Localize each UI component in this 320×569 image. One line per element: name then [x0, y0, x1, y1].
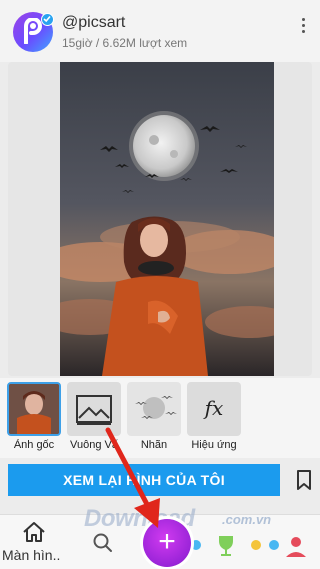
- fx-icon: fx: [204, 396, 224, 420]
- more-vertical-icon[interactable]: [297, 16, 309, 40]
- username[interactable]: @picsart: [62, 14, 125, 32]
- effect-thumbnail: fx: [187, 382, 241, 436]
- watermark-suffix: .com.vn: [222, 512, 272, 527]
- bookmark-icon[interactable]: [296, 470, 312, 490]
- post-image[interactable]: [60, 62, 274, 376]
- effect-thumbnail: [7, 382, 61, 436]
- nav-home-label: Màn hìn..: [2, 547, 61, 563]
- verified-icon: [41, 13, 54, 26]
- effect-fx[interactable]: fx Hiệu ứng: [186, 382, 242, 454]
- search-icon[interactable]: [93, 533, 113, 553]
- effect-label: Ảnh gốc: [13, 439, 55, 451]
- arrow-icon: [105, 427, 160, 528]
- post-photo-card[interactable]: [8, 62, 312, 376]
- post-header: @picsart 15giờ / 6.62M lượt xem: [0, 0, 320, 62]
- home-icon: [23, 522, 45, 542]
- effect-label: Hiệu ứng: [191, 439, 237, 451]
- nav-partial-icons: [191, 536, 306, 557]
- post-meta: 15giờ / 6.62M lượt xem: [62, 36, 188, 50]
- effect-original[interactable]: Ảnh gốc: [6, 382, 62, 454]
- nav-home[interactable]: Màn hìn..: [0, 517, 68, 567]
